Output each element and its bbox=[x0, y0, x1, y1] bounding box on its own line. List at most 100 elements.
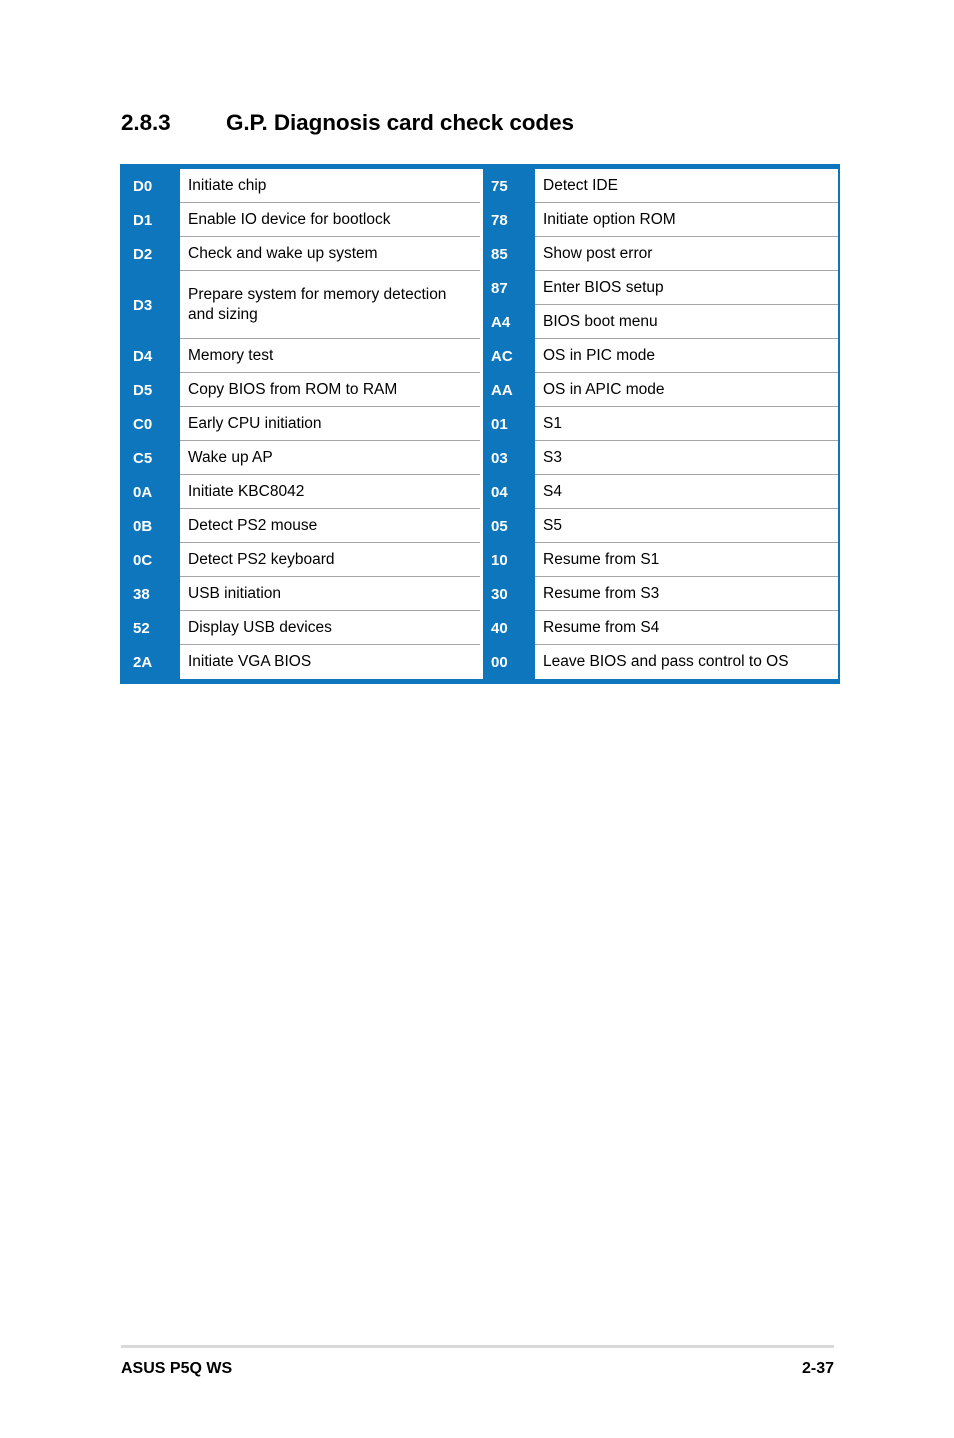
code-cell: 40 bbox=[483, 611, 535, 645]
description-cell: Initiate chip bbox=[180, 169, 480, 203]
code-cell: 03 bbox=[483, 441, 535, 475]
footer-divider bbox=[121, 1345, 834, 1348]
code-cell: C5 bbox=[125, 441, 180, 475]
code-cell: AC bbox=[483, 339, 535, 373]
footer-product-name: ASUS P5Q WS bbox=[121, 1360, 233, 1377]
description-text: Wake up AP bbox=[188, 448, 273, 466]
code-cell: 38 bbox=[125, 577, 180, 611]
description-text: S5 bbox=[543, 516, 562, 534]
description-cell: Detect IDE bbox=[535, 169, 838, 203]
description-text: Detect PS2 mouse bbox=[188, 516, 318, 534]
description-text: S1 bbox=[543, 414, 562, 432]
description-text: OS in PIC mode bbox=[543, 346, 655, 364]
description-cell: Early CPU initiation bbox=[180, 407, 480, 441]
description-cell: Show post error bbox=[535, 237, 838, 271]
page-title: 2.8.3 G.P. Diagnosis card check codes bbox=[121, 110, 841, 136]
description-text: Enter BIOS setup bbox=[543, 278, 664, 296]
description-text: Prepare system for memory detection and … bbox=[188, 285, 447, 323]
code-cell: 10 bbox=[483, 543, 535, 577]
code-cell: 2A bbox=[125, 645, 180, 679]
description-cell: S3 bbox=[535, 441, 838, 475]
code-cell: 52 bbox=[125, 611, 180, 645]
description-cell: Resume from S1 bbox=[535, 543, 838, 577]
description-cell: Detect PS2 keyboard bbox=[180, 543, 480, 577]
description-text: Enable IO device for bootlock bbox=[188, 210, 391, 228]
code-cell: 0C bbox=[125, 543, 180, 577]
diagnosis-code-table: D0 D1 D2 D3 D4 D5 C0 C5 0A 0B 0C 38 52 2A Initiate ch… bbox=[120, 164, 840, 684]
description-cell: Copy BIOS from ROM to RAM bbox=[180, 373, 480, 407]
left-code-column: D0 D1 D2 D3 D4 D5 C0 C5 0A 0B 0C 38 52 2A bbox=[125, 169, 180, 679]
description-cell: Initiate option ROM bbox=[535, 203, 838, 237]
section-title: G.P. Diagnosis card check codes bbox=[226, 110, 574, 135]
description-text: Show post error bbox=[543, 244, 653, 262]
table-right-column: 75 78 85 87 A4 AC AA 01 03 04 05 10 30 40 00 Detect ID… bbox=[483, 169, 838, 679]
description-text: OS in APIC mode bbox=[543, 380, 665, 398]
description-cell: Display USB devices bbox=[180, 611, 480, 645]
code-cell: A4 bbox=[483, 305, 535, 339]
code-cell: AA bbox=[483, 373, 535, 407]
code-cell: 0B bbox=[125, 509, 180, 543]
code-cell: 75 bbox=[483, 169, 535, 203]
description-text: Initiate chip bbox=[188, 176, 267, 194]
code-cell: 05 bbox=[483, 509, 535, 543]
right-code-column: 75 78 85 87 A4 AC AA 01 03 04 05 10 30 40 00 bbox=[483, 169, 535, 679]
description-cell: Resume from S4 bbox=[535, 611, 838, 645]
code-cell: D0 bbox=[125, 169, 180, 203]
code-cell: D2 bbox=[125, 237, 180, 271]
code-cell: 85 bbox=[483, 237, 535, 271]
description-cell: S1 bbox=[535, 407, 838, 441]
description-cell: Initiate VGA BIOS bbox=[180, 645, 480, 679]
code-cell: C0 bbox=[125, 407, 180, 441]
description-text: Resume from S3 bbox=[543, 584, 660, 602]
description-cell: Initiate KBC8042 bbox=[180, 475, 480, 509]
code-cell: 78 bbox=[483, 203, 535, 237]
page-footer: ASUS P5Q WS 2-37 bbox=[121, 1360, 834, 1378]
description-cell: Memory test bbox=[180, 339, 480, 373]
description-cell: Leave BIOS and pass control to OS bbox=[535, 645, 838, 679]
description-text: Initiate KBC8042 bbox=[188, 482, 305, 500]
description-text: Initiate VGA BIOS bbox=[188, 653, 312, 671]
description-text: Memory test bbox=[188, 346, 274, 364]
description-text: Detect PS2 keyboard bbox=[188, 550, 335, 568]
description-text: Leave BIOS and pass control to OS bbox=[543, 653, 789, 671]
description-text: Initiate option ROM bbox=[543, 210, 676, 228]
code-cell: 30 bbox=[483, 577, 535, 611]
description-cell: S4 bbox=[535, 475, 838, 509]
description-text: S3 bbox=[543, 448, 562, 466]
description-text: S4 bbox=[543, 482, 562, 500]
table-left-column: D0 D1 D2 D3 D4 D5 C0 C5 0A 0B 0C 38 52 2A Initiate ch… bbox=[125, 169, 480, 679]
code-cell: 0A bbox=[125, 475, 180, 509]
code-cell: 04 bbox=[483, 475, 535, 509]
description-cell: Resume from S3 bbox=[535, 577, 838, 611]
description-text: Resume from S4 bbox=[543, 618, 660, 636]
description-text: Resume from S1 bbox=[543, 550, 660, 568]
description-cell: Enter BIOS setup bbox=[535, 271, 838, 305]
description-cell: OS in APIC mode bbox=[535, 373, 838, 407]
description-cell: Check and wake up system bbox=[180, 237, 480, 271]
code-cell: 01 bbox=[483, 407, 535, 441]
code-cell: D3 bbox=[125, 271, 180, 339]
description-cell: OS in PIC mode bbox=[535, 339, 838, 373]
section-number: 2.8.3 bbox=[121, 110, 171, 135]
description-text: USB initiation bbox=[188, 584, 282, 602]
code-cell: D4 bbox=[125, 339, 180, 373]
code-cell: 87 bbox=[483, 271, 535, 305]
right-description-column: Detect IDE Initiate option ROM Show post e… bbox=[535, 169, 838, 679]
document-page: 2.8.3 G.P. Diagnosis card check codes D0… bbox=[0, 0, 954, 1438]
code-cell: D1 bbox=[125, 203, 180, 237]
description-text: Detect IDE bbox=[543, 176, 618, 194]
description-text: Copy BIOS from ROM to RAM bbox=[188, 380, 398, 398]
description-cell: BIOS boot menu bbox=[535, 305, 838, 339]
description-text: Check and wake up system bbox=[188, 244, 378, 262]
description-text: Display USB devices bbox=[188, 618, 332, 636]
code-cell: D5 bbox=[125, 373, 180, 407]
description-text: BIOS boot menu bbox=[543, 312, 658, 330]
description-cell: S5 bbox=[535, 509, 838, 543]
description-text: Early CPU initiation bbox=[188, 414, 322, 432]
description-cell: Wake up AP bbox=[180, 441, 480, 475]
code-cell: 00 bbox=[483, 645, 535, 679]
description-cell: Detect PS2 mouse bbox=[180, 509, 480, 543]
description-cell: Enable IO device for bootlock bbox=[180, 203, 480, 237]
description-cell: Prepare system for memory detection and … bbox=[180, 271, 480, 339]
footer-page-number: 2-37 bbox=[801, 1360, 834, 1377]
